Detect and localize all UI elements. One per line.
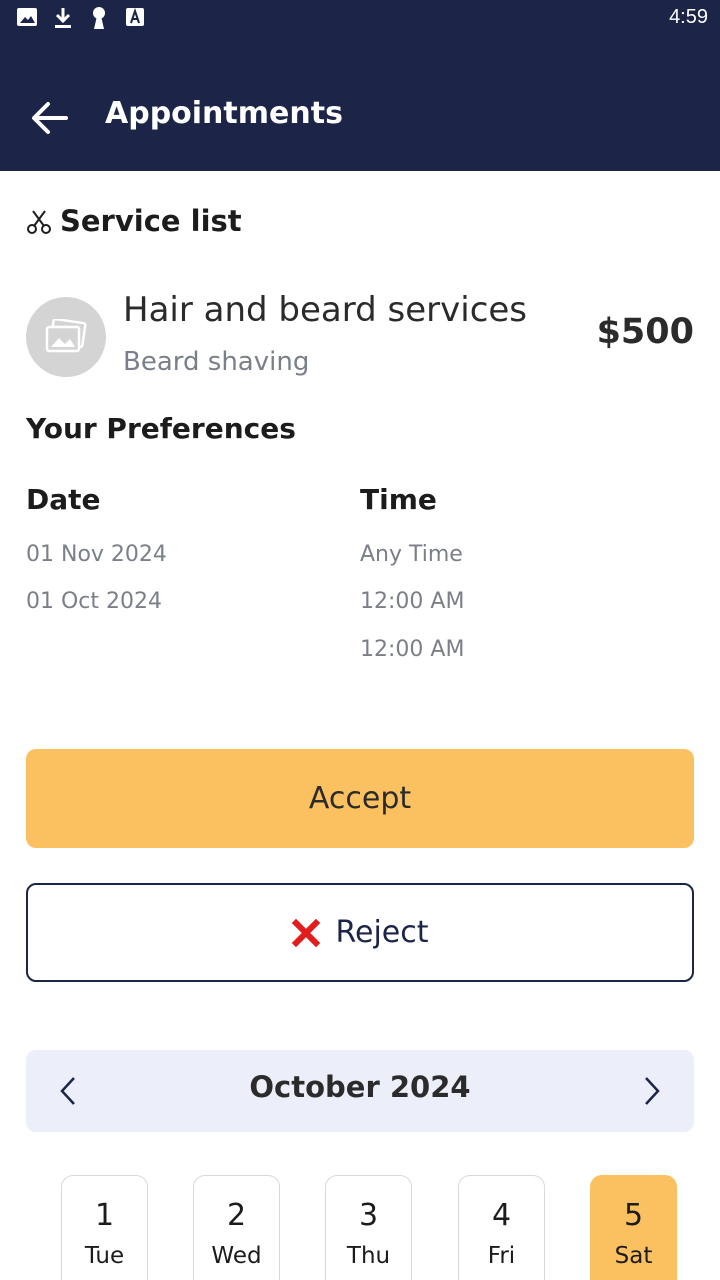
day-number: 5 [623, 1198, 644, 1233]
day-weekday: Wed [211, 1243, 262, 1269]
download-icon [52, 6, 74, 30]
service-price: $500 [596, 312, 694, 352]
accept-button[interactable]: Accept [26, 749, 694, 848]
calendar-day[interactable]: 3 Thu [325, 1175, 412, 1280]
time-value: 12:00 AM [360, 637, 465, 662]
close-x-icon [292, 918, 321, 947]
font-icon [124, 6, 146, 30]
day-number: 1 [94, 1198, 115, 1233]
reject-label: Reject [335, 915, 429, 950]
status-time: 4:59 [669, 6, 708, 28]
app-bar: 4:59 Appointments [0, 0, 720, 171]
time-value: Any Time [360, 542, 463, 567]
calendar-month-bar: October 2024 [26, 1050, 694, 1132]
calendar-day-selected[interactable]: 5 Sat [590, 1175, 677, 1280]
calendar-day[interactable]: 4 Fri [458, 1175, 545, 1280]
service-list-title: Service list [60, 204, 242, 238]
image-placeholder-icon [45, 319, 87, 353]
day-weekday: Thu [346, 1243, 391, 1269]
chevron-right-icon[interactable] [640, 1074, 664, 1108]
keyhole-icon [88, 6, 110, 30]
accept-label: Accept [308, 781, 412, 816]
day-number: 3 [358, 1198, 379, 1233]
day-number: 4 [491, 1198, 512, 1233]
scissors-icon [27, 210, 51, 234]
service-name: Hair and beard services [123, 290, 528, 330]
calendar-day[interactable]: 1 Tue [61, 1175, 148, 1280]
page-title: Appointments [105, 96, 343, 131]
date-value: 01 Oct 2024 [26, 589, 163, 614]
service-subtitle: Beard shaving [123, 347, 310, 377]
calendar-month-label: October 2024 [249, 1070, 471, 1104]
service-list-heading: Service list [26, 204, 242, 238]
day-weekday: Tue [84, 1243, 125, 1269]
preferences-title: Your Preferences [26, 412, 296, 445]
day-weekday: Sat [614, 1243, 653, 1269]
time-value: 12:00 AM [360, 589, 465, 614]
reject-button[interactable]: Reject [26, 883, 694, 982]
day-number: 2 [226, 1198, 247, 1233]
service-thumbnail [26, 297, 106, 377]
time-header: Time [360, 483, 437, 516]
calendar-day[interactable]: 2 Wed [193, 1175, 280, 1280]
status-icons [16, 6, 146, 30]
image-icon [16, 6, 38, 30]
arrow-left-icon [32, 102, 68, 134]
back-button[interactable] [30, 100, 68, 136]
day-weekday: Fri [487, 1243, 516, 1269]
date-value: 01 Nov 2024 [26, 542, 167, 567]
date-header: Date [26, 483, 101, 516]
